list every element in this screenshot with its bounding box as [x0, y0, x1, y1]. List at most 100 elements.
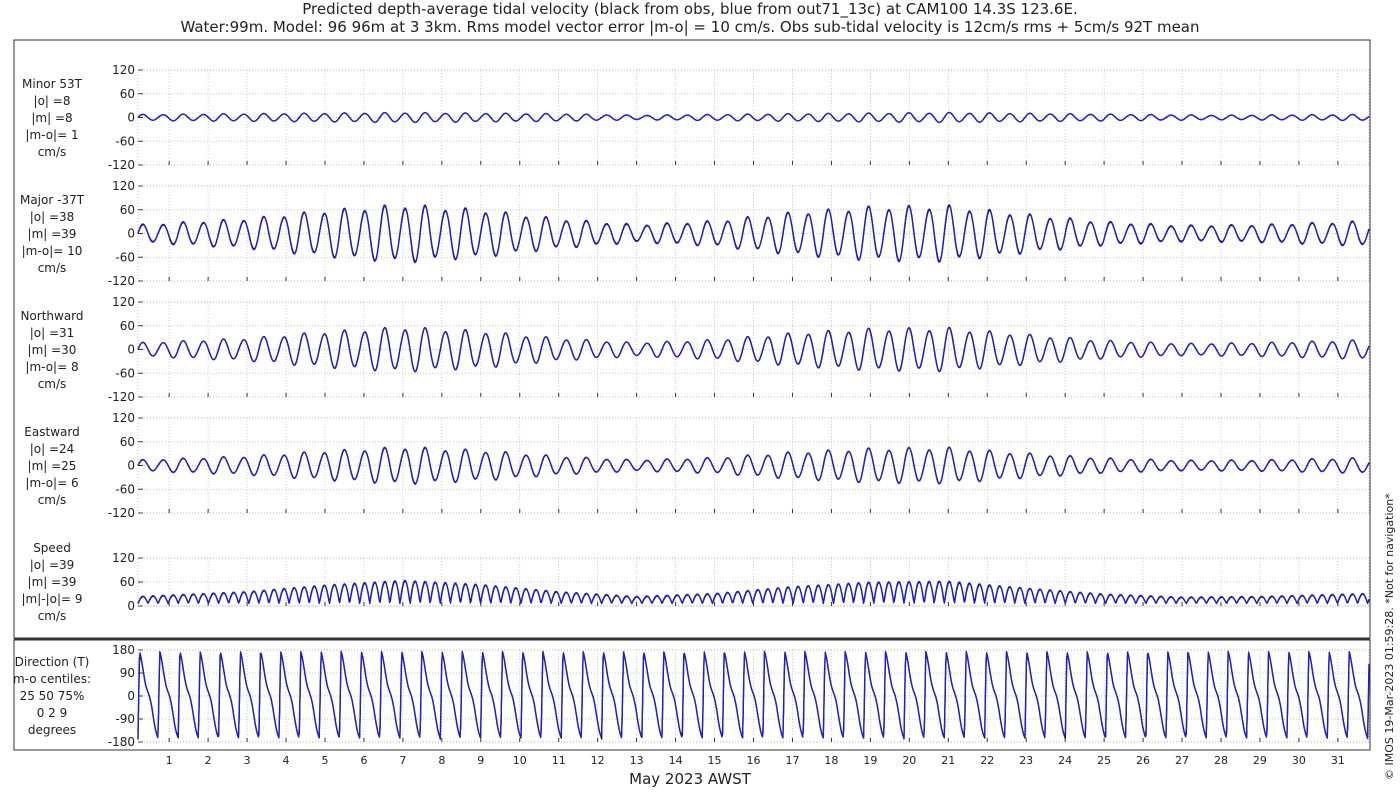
- x-tick-label: 31: [1331, 754, 1345, 767]
- eastward-y-tick-label: 0: [127, 459, 135, 473]
- eastward-y-tick-label: 120: [112, 411, 135, 425]
- panel-label-line: cm/s: [37, 493, 67, 507]
- major-t-y-tick-label: 0: [127, 227, 135, 241]
- x-tick-label: 17: [785, 754, 799, 767]
- northward-y-tick-label: 60: [120, 319, 135, 333]
- x-tick-label: 1: [166, 754, 173, 767]
- panel-label-line: Northward: [20, 309, 84, 323]
- panel-label-line: Minor 53T: [22, 77, 82, 91]
- northward-y-tick-label: -120: [108, 390, 135, 404]
- chart-title-line-2: Water:99m. Model: 96 96m at 3 3km. Rms m…: [180, 18, 1200, 36]
- speed-y-tick-label: 60: [120, 575, 135, 589]
- northward-y-tick-label: 120: [112, 295, 135, 309]
- panel-label-line: |m| =39: [27, 227, 77, 241]
- x-tick-label: 20: [902, 754, 916, 767]
- minor-t-y-tick-label: 120: [112, 63, 135, 77]
- panel-label-line: |m| =39: [27, 575, 77, 589]
- panel-label-line: degrees: [27, 723, 77, 737]
- x-tick-label: 9: [477, 754, 484, 767]
- panel-label-speed: Speed |o| =39 |m| =39 |m|-|o|= 9 cm/s: [4, 540, 100, 625]
- minor-t-series-model: [137, 111, 1370, 124]
- major-t-y-tick-label: 120: [112, 179, 135, 193]
- direction-t-series-model: [137, 650, 1370, 740]
- x-tick-label: 22: [980, 754, 994, 767]
- credit-note: © IMOS 19-Mar-2023 01:59:28. *Not for na…: [1383, 493, 1396, 780]
- tidal-figure: -120-60060120-120-60060120-120-60060120-…: [13, 39, 1371, 767]
- panel-label-line: |m| =25: [27, 459, 77, 473]
- x-tick-label: 25: [1097, 754, 1111, 767]
- panel-label-direction: Direction (T) m-o centiles: 25 50 75% 0 …: [4, 654, 100, 739]
- x-tick-label: 6: [360, 754, 367, 767]
- chart-title-line-1: Predicted depth-average tidal velocity (…: [302, 0, 1078, 18]
- direction-t-y-tick-label: 0: [127, 689, 135, 703]
- panel-label-line: m-o centiles:: [12, 672, 92, 686]
- panel-label-line: cm/s: [37, 609, 67, 623]
- eastward-y-tick-label: 60: [120, 435, 135, 449]
- x-tick-label: 30: [1292, 754, 1306, 767]
- x-tick-label: 4: [283, 754, 290, 767]
- panel-label-line: |m-o|= 1: [25, 128, 79, 142]
- x-tick-label: 11: [552, 754, 566, 767]
- x-tick-label: 5: [321, 754, 328, 767]
- panel-label-line: |m-o|= 6: [25, 476, 79, 490]
- direction-t-y-tick-label: 90: [120, 666, 135, 680]
- x-tick-label: 7: [399, 754, 406, 767]
- x-tick-label: 27: [1175, 754, 1189, 767]
- figure-frame: [13, 39, 1371, 639]
- x-tick-label: 15: [708, 754, 722, 767]
- panel-label-line: |o| =38: [29, 210, 75, 224]
- panel-label-line: |m-o|= 8: [25, 360, 79, 374]
- northward-y-tick-label: -60: [115, 366, 135, 380]
- panel-label-line: |o| =24: [29, 442, 75, 456]
- northward-y-tick-label: 0: [127, 343, 135, 357]
- panel-label-line: |o| =39: [29, 558, 75, 572]
- x-tick-label: 29: [1253, 754, 1267, 767]
- panel-label-line: 25 50 75%: [19, 689, 85, 703]
- minor-t-y-tick-label: -60: [115, 134, 135, 148]
- panel-label-line: cm/s: [37, 145, 67, 159]
- x-tick-label: 2: [205, 754, 212, 767]
- x-tick-label: 16: [747, 754, 761, 767]
- panel-label-line: Speed: [33, 541, 71, 555]
- panel-label-line: cm/s: [37, 261, 67, 275]
- direction-t-y-tick-label: -180: [108, 735, 135, 749]
- panel-label-line: Eastward: [24, 425, 80, 439]
- x-tick-label: 26: [1136, 754, 1150, 767]
- minor-t-y-tick-label: 60: [120, 87, 135, 101]
- panel-label-major: Major -37T |o| =38 |m| =39 |m-o|= 10 cm/…: [4, 192, 100, 277]
- minor-t-y-tick-label: 0: [127, 111, 135, 125]
- x-tick-label: 23: [1019, 754, 1033, 767]
- major-t-y-tick-label: -60: [115, 250, 135, 264]
- minor-t-y-tick-label: -120: [108, 158, 135, 172]
- panel-label-northward: Northward |o| =31 |m| =30 |m-o|= 8 cm/s: [4, 308, 100, 393]
- panel-label-eastward: Eastward |o| =24 |m| =25 |m-o|= 6 cm/s: [4, 424, 100, 509]
- panel-label-line: |m| =30: [27, 343, 77, 357]
- direction-t-y-tick-label: -90: [115, 712, 135, 726]
- panel-label-line: |m| =8: [31, 111, 73, 125]
- panel-label-minor: Minor 53T |o| =8 |m| =8 |m-o|= 1 cm/s: [4, 76, 100, 161]
- direction-t-y-tick-label: 180: [112, 643, 135, 657]
- panel-label-line: Major -37T: [19, 193, 85, 207]
- eastward-y-tick-label: -120: [108, 506, 135, 520]
- panel-label-line: cm/s: [37, 377, 67, 391]
- speed-y-tick-label: 120: [112, 551, 135, 565]
- major-t-y-tick-label: -120: [108, 274, 135, 288]
- panel-label-line: |o| =31: [29, 326, 75, 340]
- x-tick-label: 24: [1058, 754, 1072, 767]
- speed-y-tick-label: 0: [127, 599, 135, 613]
- x-tick-label: 8: [438, 754, 445, 767]
- x-tick-label: 19: [863, 754, 877, 767]
- x-tick-label: 18: [824, 754, 838, 767]
- x-tick-label: 10: [513, 754, 527, 767]
- x-tick-label: 13: [630, 754, 644, 767]
- eastward-y-tick-label: -60: [115, 482, 135, 496]
- x-tick-label: 21: [941, 754, 955, 767]
- panel-label-line: |m-o|= 10: [21, 244, 83, 258]
- panel-label-line: |m|-|o|= 9: [21, 592, 83, 606]
- x-tick-label: 14: [669, 754, 683, 767]
- panel-label-line: |o| =8: [33, 94, 71, 108]
- x-tick-label: 3: [244, 754, 251, 767]
- panel-label-line: Direction (T): [14, 655, 90, 669]
- major-t-y-tick-label: 60: [120, 203, 135, 217]
- panel-label-line: 0 2 9: [36, 706, 68, 720]
